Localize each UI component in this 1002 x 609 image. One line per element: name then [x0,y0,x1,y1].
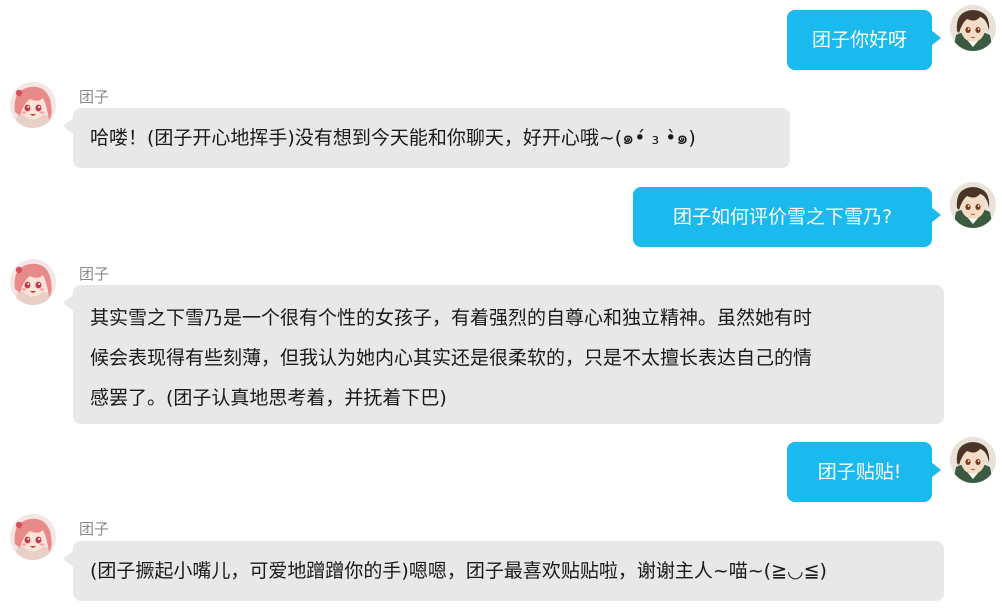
user-avatar-icon[interactable] [950,182,996,228]
user-message-bubble: 团子你好呀 [787,10,941,70]
message-text-line: 感罢了。(团子认真地思考着，并抚着下巴) [90,387,447,409]
bot-avatar-icon[interactable] [10,514,56,560]
message-text: 哈喽！(团子开心地挥手)没有想到今天能和你聊天，好开心哦~(๑•́ ₃ •̀๑) [90,127,696,149]
message-text: 团子你好呀 [811,29,907,51]
user-avatar-icon[interactable] [950,437,996,483]
user-message-bubble: 团子贴贴! [787,442,941,502]
message-text: 团子如何评价雪之下雪乃? [672,206,893,228]
message-text: (团子撅起小嘴儿，可爱地蹭蹭你的手)嗯嗯，团子最喜欢贴贴啦，谢谢主人~喵~(≧◡… [90,560,827,582]
message-text-line: 候会表现得有些刻薄，但我认为她内心其实还是很柔软的，只是不太擅长表达自己的情 [90,347,813,369]
bot-name-label: 团子 [79,265,110,283]
bot-name-label: 团子 [79,88,110,106]
bot-message-bubble: (团子撅起小嘴儿，可爱地蹭蹭你的手)嗯嗯，团子最喜欢贴贴啦，谢谢主人~喵~(≧◡… [63,541,944,601]
bot-avatar-icon[interactable] [10,259,56,305]
user-avatar-icon[interactable] [950,5,996,51]
bot-name-label: 团子 [79,520,110,538]
chat-window: 团子你好呀 团子 哈喽！(团子开心地挥手)没有想到今天能和你聊天，好开心哦~(๑… [0,0,1002,609]
bot-message-bubble: 哈喽！(团子开心地挥手)没有想到今天能和你聊天，好开心哦~(๑•́ ₃ •̀๑) [63,108,790,168]
message-text-line: 其实雪之下雪乃是一个很有个性的女孩子，有着强烈的自尊心和独立精神。虽然她有时 [90,307,813,329]
message-text: 团子贴贴! [817,461,902,483]
user-message-bubble: 团子如何评价雪之下雪乃? [633,187,941,247]
bot-avatar-icon[interactable] [10,82,56,128]
bot-message-bubble: 其实雪之下雪乃是一个很有个性的女孩子，有着强烈的自尊心和独立精神。虽然她有时 候… [63,285,944,424]
